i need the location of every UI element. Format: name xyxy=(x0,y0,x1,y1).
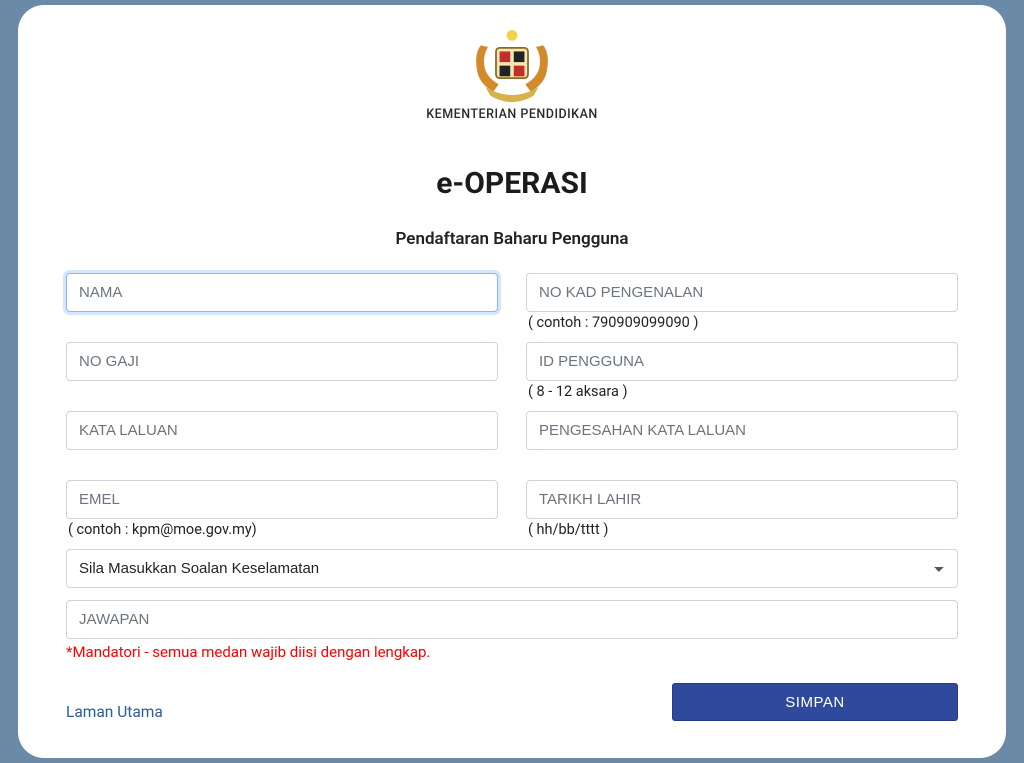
security-question-select[interactable]: Sila Masukkan Soalan Keselamatan xyxy=(66,549,958,588)
header: KEMENTERIAN PENDIDIKAN e-OPERASI Pendaft… xyxy=(66,23,958,249)
home-link[interactable]: Laman Utama xyxy=(66,703,163,721)
ic-hint: ( contoh : 790909099090 ) xyxy=(526,312,958,332)
salary-no-input[interactable] xyxy=(66,342,498,381)
answer-input[interactable] xyxy=(66,600,958,639)
app-title: e-OPERASI xyxy=(66,166,958,201)
password-input[interactable] xyxy=(66,411,498,450)
dob-hint: ( hh/bb/tttt ) xyxy=(526,519,958,539)
registration-form: ( contoh : 790909099090 ) ( 8 - 12 aksar… xyxy=(66,273,958,721)
page-subtitle: Pendaftaran Baharu Pengguna xyxy=(66,229,958,249)
email-hint: ( contoh : kpm@moe.gov.my) xyxy=(66,519,498,539)
ic-input[interactable] xyxy=(526,273,958,312)
national-crest-icon xyxy=(66,23,958,103)
dob-input[interactable] xyxy=(526,480,958,519)
name-input[interactable] xyxy=(66,273,498,312)
registration-card: KEMENTERIAN PENDIDIKAN e-OPERASI Pendaft… xyxy=(18,5,1006,758)
ministry-label: KEMENTERIAN PENDIDIKAN xyxy=(66,107,958,122)
email-input[interactable] xyxy=(66,480,498,519)
save-button[interactable]: SIMPAN xyxy=(672,683,958,721)
user-id-hint: ( 8 - 12 aksara ) xyxy=(526,381,958,401)
mandatory-note: *Mandatori - semua medan wajib diisi den… xyxy=(66,643,958,661)
user-id-input[interactable] xyxy=(526,342,958,381)
password-confirm-input[interactable] xyxy=(526,411,958,450)
